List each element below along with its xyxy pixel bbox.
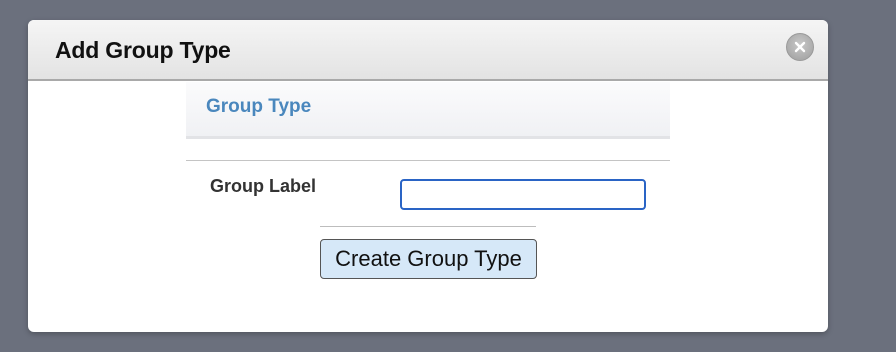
section-divider: [186, 160, 670, 161]
close-button[interactable]: [786, 33, 814, 61]
create-group-type-button[interactable]: Create Group Type: [320, 239, 537, 279]
close-icon: [794, 41, 806, 53]
section-title: Group Type: [206, 96, 312, 117]
dialog-header: Add Group Type: [28, 20, 828, 81]
button-divider: [320, 226, 536, 227]
dialog-title: Add Group Type: [55, 37, 231, 63]
section-header: Group Type: [186, 82, 670, 139]
group-label-label: Group Label: [210, 176, 317, 196]
add-group-type-dialog: Add Group Type Group Type Group Label Cr…: [28, 20, 828, 332]
group-label-input[interactable]: [400, 179, 646, 210]
